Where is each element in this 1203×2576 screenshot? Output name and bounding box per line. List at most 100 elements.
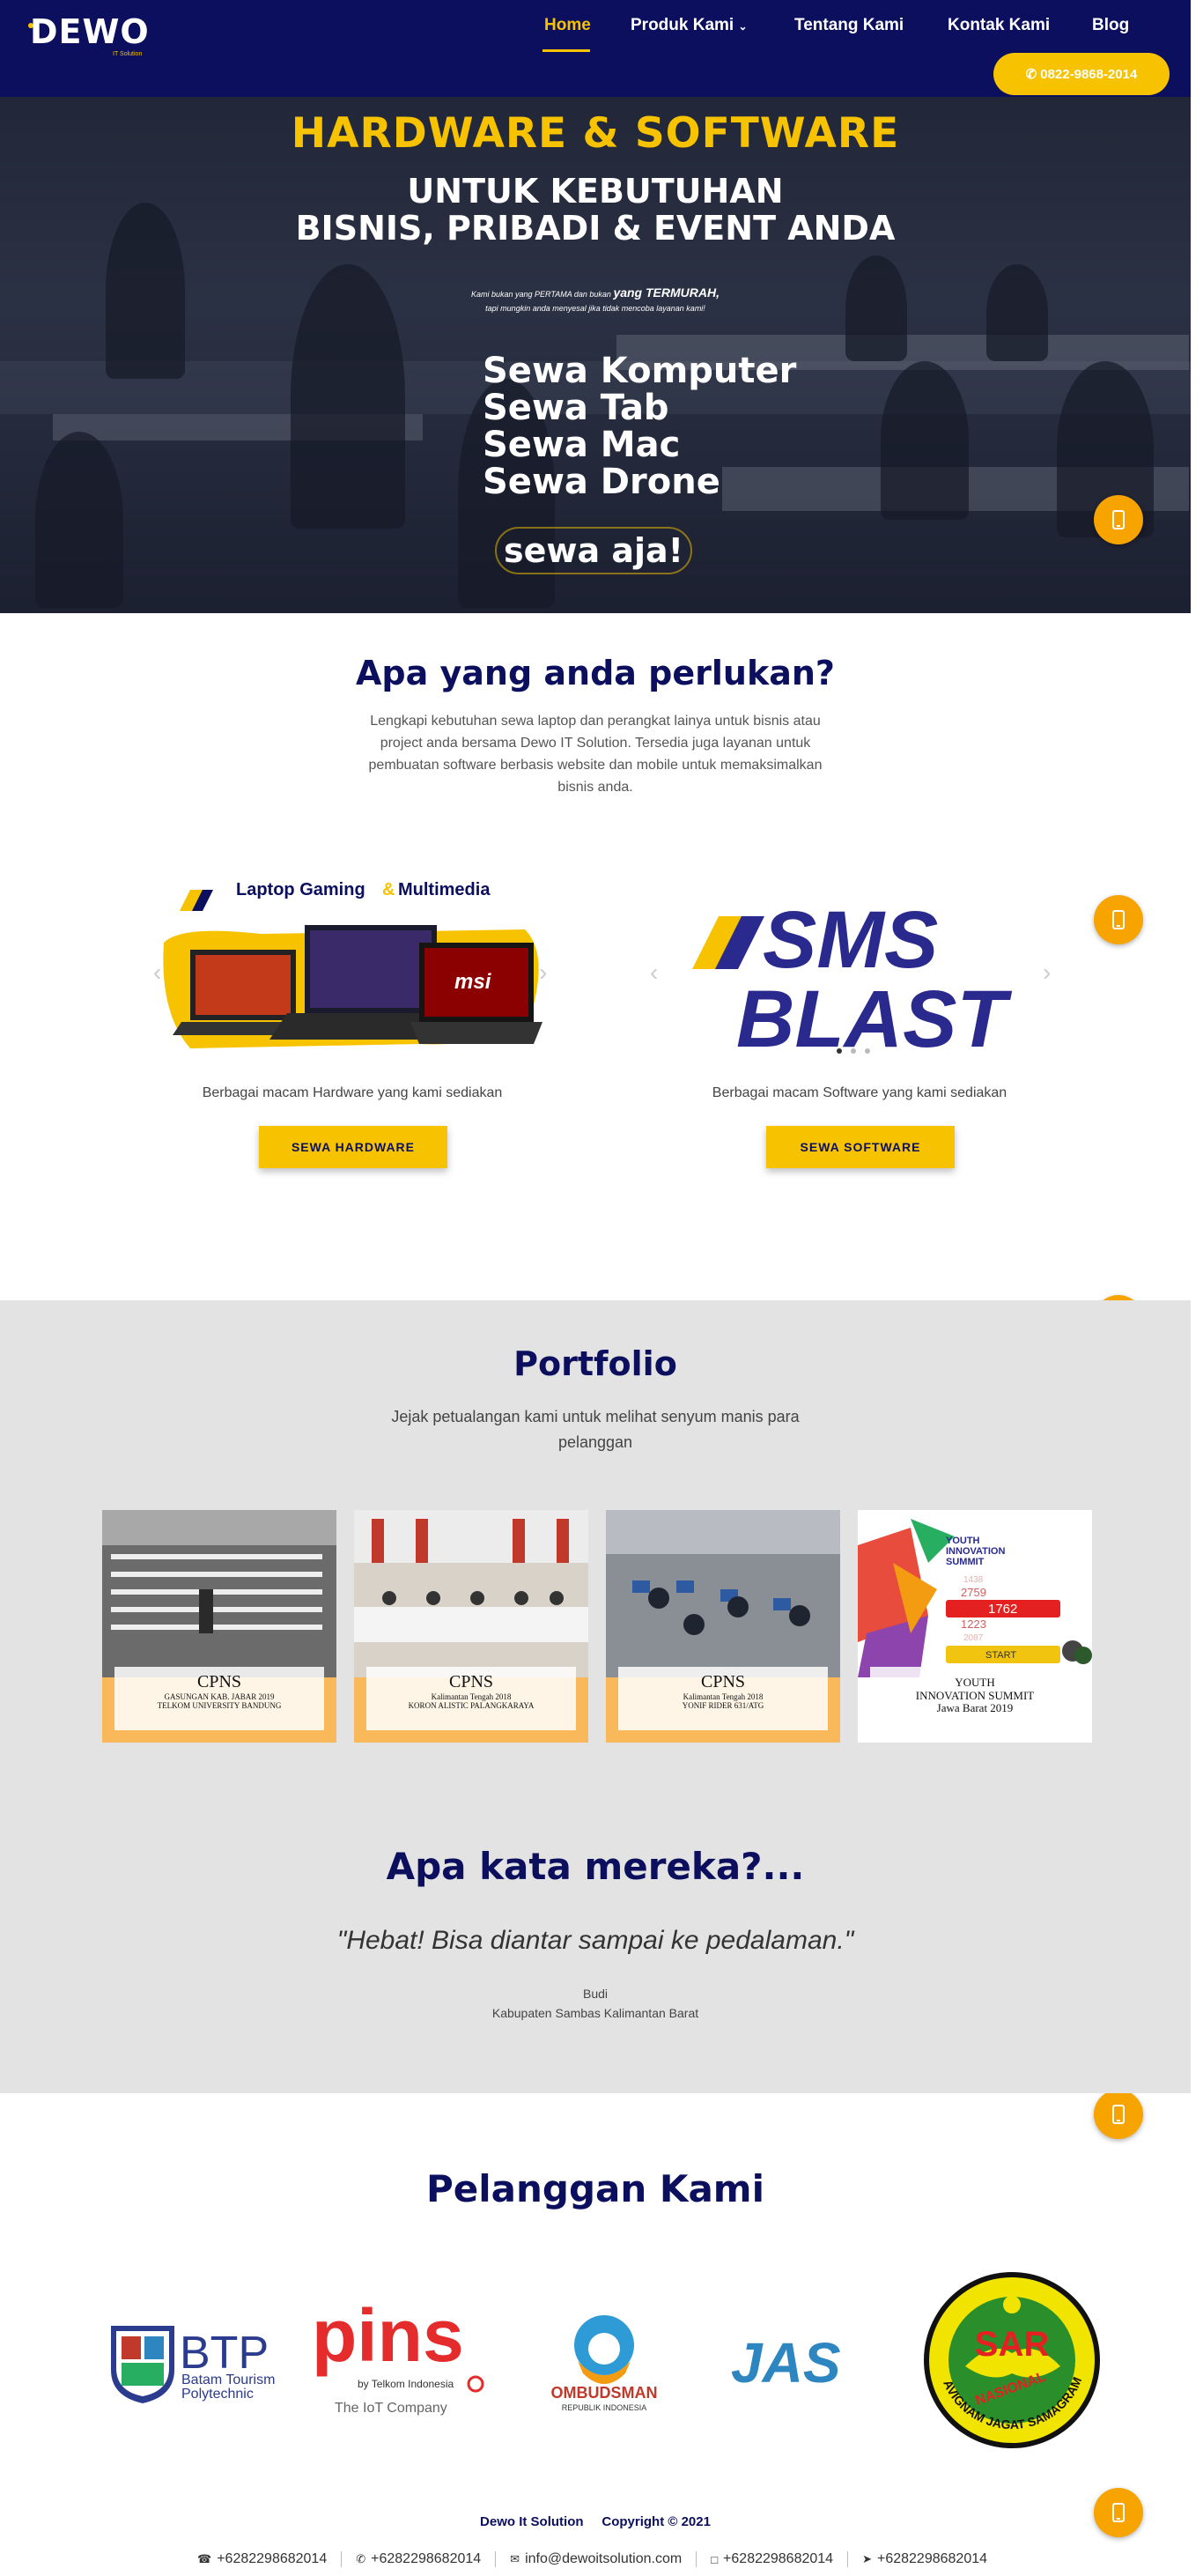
footer-contact-phone[interactable]: ☎ +6282298682014 <box>183 2551 343 2567</box>
pins-by: by Telkom Indonesia <box>358 2378 454 2390</box>
portfolio-caption: YOUTH INNOVATION SUMMIT Jawa Barat 2019 <box>870 1667 1080 1730</box>
floating-phone-button[interactable] <box>1094 895 1143 944</box>
hero-subtitle-2: BISNIS, PRIBADI & EVENT ANDA <box>295 209 896 248</box>
pins-tagline: The IoT Company <box>335 2401 447 2416</box>
floating-phone-button[interactable] <box>1094 2488 1143 2537</box>
portfolio-caption-line: Kalimantan Tengah 2018 <box>431 1692 512 1701</box>
yis-start: START <box>985 1650 1016 1661</box>
yis-number: 1438 <box>963 1575 984 1585</box>
portfolio-caption-line: YONIF RIDER 631/ATG <box>682 1701 764 1710</box>
slider-prev-arrow[interactable]: ‹ <box>153 959 161 987</box>
portfolio-caption-line: TELKOM UNIVERSITY BANDUNG <box>157 1701 282 1710</box>
sewa-hardware-button[interactable]: SEWA HARDWARE <box>259 1126 447 1168</box>
banner-title-2: Multimedia <box>398 881 491 899</box>
btp-line: Polytechnic <box>181 2387 254 2402</box>
banner-sms: SMS <box>763 895 938 985</box>
hero-rental-3: Sewa Mac <box>483 425 681 465</box>
nav-kontak-kami[interactable]: Kontak Kami <box>948 16 1050 35</box>
yis-header: YOUTH <box>946 1536 980 1546</box>
phone-icon: ✆ <box>1025 67 1037 82</box>
nav-home[interactable]: Home <box>544 16 591 35</box>
testimonial-title: Apa kata mereka?... <box>386 1845 805 1888</box>
portfolio-caption-line: INNOVATION SUMMIT <box>915 1689 1035 1702</box>
ombudsman-wordmark: OMBUDSMAN <box>551 2384 658 2402</box>
portfolio-caption: CPNS GASUNGAN KAB. JABAR 2019 TELKOM UNI… <box>114 1667 324 1730</box>
slider-dot[interactable] <box>865 1048 870 1054</box>
mobile-phone-icon <box>1112 2105 1125 2124</box>
portfolio-caption-title: YOUTH <box>955 1676 995 1689</box>
hero-title: HARDWARE & SOFTWARE <box>291 109 900 158</box>
needs-title: Apa yang anda perlukan? <box>356 654 835 692</box>
portfolio-card[interactable]: YOUTH INNOVATION SUMMIT 1438 2759 1762 1… <box>858 1510 1092 1743</box>
site-logo[interactable]: DEWO <box>30 12 150 51</box>
portfolio-caption-line: GASUNGAN KAB. JABAR 2019 <box>164 1692 275 1701</box>
contact-value: +6282298682014 <box>723 2551 834 2566</box>
nav-blog[interactable]: Blog <box>1092 16 1129 35</box>
hero-tagline-1a: Kami bukan yang PERTAMA dan bukan <box>470 290 611 299</box>
footer-contact-email[interactable]: ✉ info@dewoitsolution.com <box>496 2551 697 2567</box>
sms-icon: □ <box>711 2552 719 2566</box>
chevron-down-icon: ⌄ <box>738 20 748 33</box>
hero-tagline-1b: yang TERMURAH, <box>613 285 720 300</box>
yis-number: 2759 <box>961 1586 986 1599</box>
portfolio-card[interactable]: CPNS Kalimantan Tengah 2018 KORON ALISTI… <box>354 1510 588 1743</box>
whatsapp-icon: ✆ <box>356 2552 366 2565</box>
hero-banner: HARDWARE & SOFTWARE UNTUK KEBUTUHAN BISN… <box>0 97 1191 613</box>
portfolio-description: Jejak petualangan kami untuk melihat sen… <box>391 1408 800 1451</box>
slider-dot[interactable] <box>837 1048 842 1054</box>
footer-contact-telegram[interactable]: ➤ +6282298682014 <box>848 2551 1001 2567</box>
software-description: Berbagai macam Software yang kami sediak… <box>712 1085 1007 1100</box>
nav-produk-kami[interactable]: Produk Kami ⌄ <box>631 16 748 35</box>
contact-value: +6282298682014 <box>217 2551 328 2566</box>
jas-wordmark: JAS <box>731 2331 841 2393</box>
logo-subtitle: IT Solution <box>113 51 143 57</box>
portfolio-photo <box>102 1510 336 1677</box>
email-icon: ✉ <box>510 2552 520 2565</box>
nav-active-indicator <box>542 49 590 52</box>
yis-header: INNOVATION <box>946 1546 1005 1557</box>
slider-dots <box>837 1048 870 1054</box>
slider-next-arrow[interactable]: › <box>539 959 547 987</box>
hero-cta-button[interactable]: sewa aja! <box>495 527 692 574</box>
portfolio-caption-line: KORON ALISTIC PALANGKARAYA <box>408 1701 535 1710</box>
hero-rental-1: Sewa Komputer <box>483 351 797 391</box>
testimonial-name: Budi <box>582 1987 609 2001</box>
testimonial-location: Kabupaten Sambas Kalimantan Barat <box>491 2006 699 2020</box>
footer-contact-sms[interactable]: □ +6282298682014 <box>697 2551 849 2567</box>
sewa-software-button[interactable]: SEWA SOFTWARE <box>766 1126 955 1168</box>
svg-text:msi: msi <box>454 970 492 994</box>
clients-title: Pelanggan Kami <box>426 2167 764 2210</box>
phone-icon: ☎ <box>197 2552 212 2565</box>
portfolio-caption-line: Kalimantan Tengah 2018 <box>683 1692 764 1701</box>
slider-next-arrow[interactable]: › <box>1043 959 1051 987</box>
yis-number: 1223 <box>961 1617 986 1631</box>
banner-blast: BLAST <box>736 974 1012 1064</box>
nav-produk-label: Produk Kami <box>631 16 734 34</box>
header-phone-label: 0822-9868-2014 <box>1040 66 1138 82</box>
sms-blast-banner: SMS BLAST <box>692 895 1012 1064</box>
hero-subtitle-1: UNTUK KEBUTUHAN <box>407 172 784 211</box>
footer-brand: Dewo It Solution <box>480 2514 584 2529</box>
floating-phone-button[interactable] <box>1094 2090 1143 2139</box>
footer-contact-whatsapp[interactable]: ✆ +6282298682014 <box>342 2551 497 2567</box>
hardware-description: Berbagai macam Hardware yang kami sediak… <box>202 1085 503 1100</box>
portfolio-caption-line: Jawa Barat 2019 <box>936 1701 1014 1714</box>
btp-line: Batam Tourism <box>181 2372 275 2387</box>
floating-phone-button[interactable] <box>1094 495 1143 544</box>
sar-logo: SAR NASIONAL AVIGNAM JAGAT SAMAGRAM <box>924 2272 1100 2448</box>
mobile-phone-icon <box>1112 910 1125 929</box>
header-phone-button[interactable]: ✆ 0822-9868-2014 <box>993 53 1170 95</box>
portfolio-caption-title: CPNS <box>700 1672 746 1691</box>
contact-value: +6282298682014 <box>876 2551 988 2566</box>
ombudsman-subtitle: REPUBLIK INDONESIA <box>562 2403 647 2412</box>
portfolio-card[interactable]: CPNS Kalimantan Tengah 2018 YONIF RIDER … <box>606 1510 840 1743</box>
btp-wordmark: BTP <box>180 2328 269 2379</box>
sar-wordmark: SAR <box>975 2325 1050 2364</box>
mobile-phone-icon <box>1112 510 1125 529</box>
portfolio-photo: YOUTH INNOVATION SUMMIT 1438 2759 1762 1… <box>858 1510 1092 1677</box>
slider-dot[interactable] <box>851 1048 856 1054</box>
nav-tentang-kami[interactable]: Tentang Kami <box>794 16 904 35</box>
portfolio-card[interactable]: CPNS GASUNGAN KAB. JABAR 2019 TELKOM UNI… <box>102 1510 336 1743</box>
pins-wordmark: pins <box>312 2299 464 2377</box>
slider-prev-arrow[interactable]: ‹ <box>650 959 658 987</box>
